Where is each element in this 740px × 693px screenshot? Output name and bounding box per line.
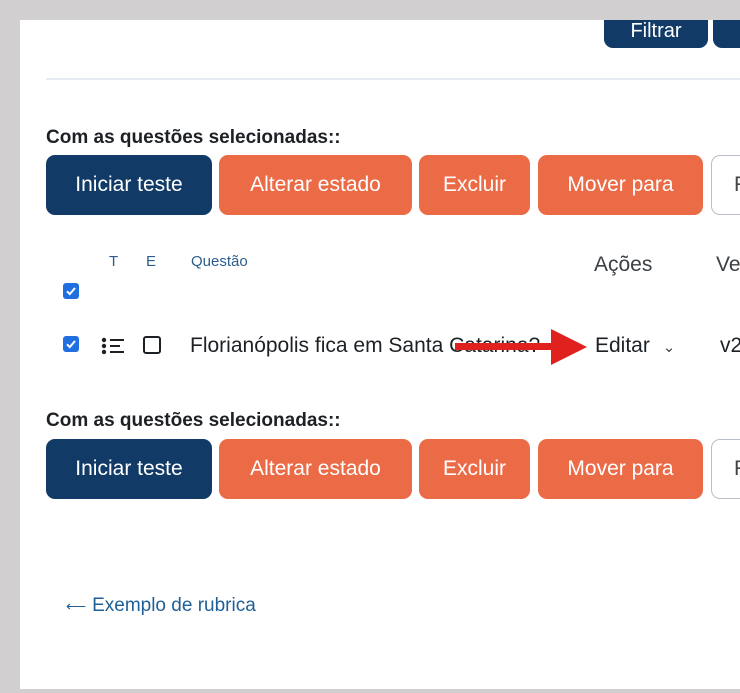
secondary-top-button[interactable] — [713, 20, 740, 48]
change-status-label: Alterar estado — [250, 173, 381, 196]
change-status-button-bottom[interactable]: Alterar estado — [219, 439, 412, 499]
edit-menu[interactable]: Editar ⌄ — [595, 334, 675, 358]
start-test-button-bottom[interactable]: Iniciar teste — [46, 439, 212, 499]
column-question[interactable]: Questão — [191, 253, 248, 270]
column-actions: Ações — [594, 253, 653, 276]
column-type: T — [109, 253, 119, 270]
filter-button[interactable]: Filtrar — [604, 20, 708, 48]
version-value: v2 — [720, 334, 740, 357]
chevron-down-icon: ⌄ — [662, 339, 676, 356]
start-test-button[interactable]: Iniciar teste — [46, 155, 212, 215]
column-status: E — [146, 253, 157, 270]
delete-label: Excluir — [442, 173, 506, 196]
delete-button[interactable]: Excluir — [419, 155, 530, 215]
column-version: Ve — [716, 253, 740, 276]
row-checkbox[interactable] — [63, 336, 79, 352]
move-to-button[interactable]: Mover para — [538, 155, 703, 215]
extra-action-button[interactable]: F — [711, 155, 740, 215]
start-test-label: Iniciar teste — [75, 457, 183, 480]
filter-label: Filtrar — [630, 20, 682, 42]
status-checkbox[interactable] — [143, 336, 161, 354]
delete-button-bottom[interactable]: Excluir — [419, 439, 530, 499]
extra-action-button-bottom[interactable]: F — [711, 439, 740, 499]
divider — [46, 78, 740, 80]
extra-action-label: F — [734, 457, 740, 481]
rubric-example-label: Exemplo de rubrica — [92, 595, 256, 616]
move-to-label: Mover para — [567, 173, 674, 196]
change-status-label: Alterar estado — [250, 457, 381, 480]
move-to-button-bottom[interactable]: Mover para — [538, 439, 703, 499]
bulk-actions-title-bottom: Com as questões selecionadas:: — [46, 410, 341, 431]
move-to-label: Mover para — [567, 457, 674, 480]
rubric-example-link[interactable]: ⟵ Exemplo de rubrica — [66, 595, 256, 617]
bulk-actions-title: Com as questões selecionadas:: — [46, 127, 341, 148]
start-test-label: Iniciar teste — [75, 173, 183, 196]
annotation-arrow-icon — [455, 329, 587, 365]
question-bank-panel: Filtrar Com as questões selecionadas:: I… — [20, 20, 740, 689]
delete-label: Excluir — [442, 457, 506, 480]
edit-label: Editar — [595, 334, 650, 357]
list-icon — [101, 336, 125, 356]
change-status-button[interactable]: Alterar estado — [219, 155, 412, 215]
extra-action-label: F — [734, 173, 740, 197]
select-all-checkbox[interactable] — [63, 283, 79, 299]
arrow-left-icon: ⟵ — [66, 598, 87, 614]
